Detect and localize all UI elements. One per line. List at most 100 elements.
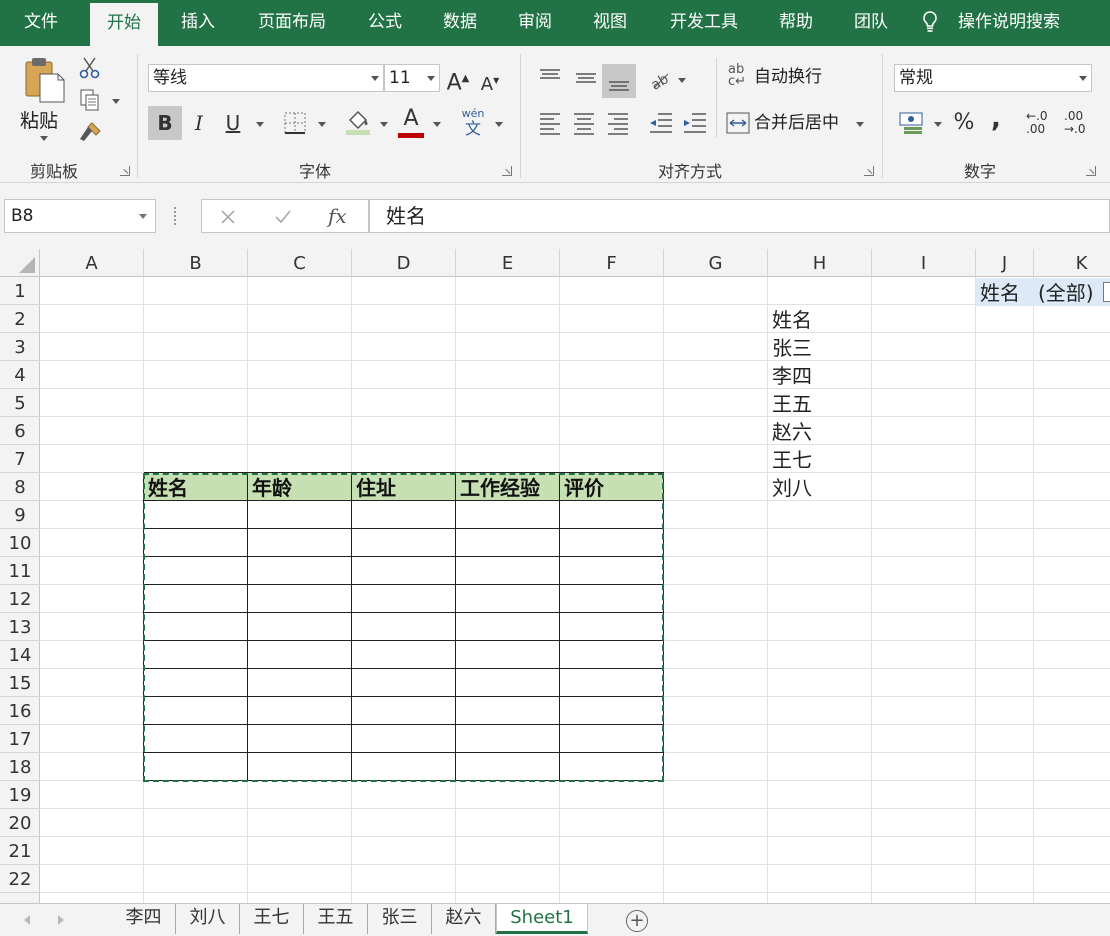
add-sheet-icon[interactable]: + (626, 910, 648, 932)
indent-icons[interactable] (648, 110, 708, 136)
decrease-font-size-icon[interactable]: A▼ (478, 66, 502, 100)
clipboard-dialog-launcher-icon[interactable] (120, 166, 130, 176)
name-box[interactable]: B8 (4, 199, 156, 233)
format-painter-icon[interactable] (78, 120, 104, 144)
list-item[interactable]: 李四 (768, 361, 872, 389)
font-name-value: 等线 (153, 68, 187, 88)
sheet-tab[interactable]: 李四 (112, 904, 176, 934)
chevron-down-icon (1079, 76, 1087, 81)
vertical-align-icons[interactable] (536, 64, 636, 98)
orientation-dropdown-icon[interactable] (678, 78, 686, 83)
merge-center-icon (726, 112, 750, 134)
group-divider (520, 54, 521, 178)
fill-color-icon[interactable] (344, 108, 372, 136)
font-size-value: 11 (389, 68, 411, 88)
cut-icon[interactable] (78, 56, 102, 80)
sheet-tab[interactable]: 张三 (368, 904, 432, 934)
list-item[interactable]: 王七 (768, 445, 872, 473)
tab-formulas[interactable]: 公式 (352, 0, 418, 46)
chevron-down-icon (40, 136, 48, 141)
sheet-tab[interactable]: 刘八 (176, 904, 240, 934)
sheet-tab[interactable]: 王五 (304, 904, 368, 934)
increase-decimal-button[interactable]: ←.0 .00 (1026, 110, 1056, 136)
lightbulb-icon (923, 11, 937, 32)
underline-button[interactable]: U (220, 108, 246, 138)
accounting-dropdown-icon[interactable] (934, 122, 942, 127)
font-name-select[interactable]: 等线 (148, 64, 384, 92)
scroll-tabs-left-icon[interactable] (24, 915, 30, 925)
fill-color-dropdown-icon[interactable] (380, 122, 388, 127)
sheet-tab[interactable]: 赵六 (432, 904, 496, 934)
tab-data[interactable]: 数据 (426, 0, 494, 46)
formula-input[interactable]: 姓名 (369, 199, 1110, 233)
increase-font-size-icon[interactable]: A▲ (446, 64, 470, 98)
list-item[interactable]: 赵六 (768, 417, 872, 445)
ribbon: 粘贴 剪贴板 等线 11 A▲ A▼ B I U A wén 文 字体 ab c… (0, 46, 1110, 183)
tab-developer[interactable]: 开发工具 (652, 0, 756, 46)
copy-dropdown-icon[interactable] (112, 99, 120, 104)
comma-style-button[interactable]: , (986, 104, 1006, 134)
list-item[interactable]: 王五 (768, 389, 872, 417)
tab-home[interactable]: 开始 (90, 0, 158, 46)
increase-decimal-bottom: .00 (1026, 122, 1046, 136)
chevron-down-icon (427, 76, 435, 81)
copy-marquee-selection (143, 473, 664, 782)
tell-me-label: 操作说明搜索 (958, 12, 1060, 32)
tab-view[interactable]: 视图 (576, 0, 644, 46)
name-box-value: B8 (11, 206, 34, 226)
copy-icon[interactable] (78, 88, 102, 112)
font-size-select[interactable]: 11 (384, 64, 440, 92)
tab-team[interactable]: 团队 (838, 0, 904, 46)
font-dialog-launcher-icon[interactable] (502, 166, 512, 176)
tab-review[interactable]: 审阅 (502, 0, 568, 46)
alignment-dialog-launcher-icon[interactable] (864, 166, 874, 176)
worksheet-grid[interactable]: ABCDEFGHIJK 1 2 3 4 5 6 7 8 9 10 11 12 13 14 15 16 17 18 1… (0, 249, 1110, 903)
phonetic-guide-icon[interactable]: wén 文 (460, 108, 486, 138)
font-color-icon[interactable]: A (398, 104, 424, 138)
decrease-decimal-button[interactable]: .00 →.0 (1064, 110, 1094, 136)
sheet-tab[interactable]: Sheet1 (496, 904, 588, 934)
borders-icon[interactable] (284, 112, 306, 134)
tell-me-search[interactable]: 操作说明搜索 (922, 0, 1110, 46)
wrap-text-label: 自动换行 (754, 67, 822, 87)
tab-insert[interactable]: 插入 (166, 0, 230, 46)
underline-dropdown-icon[interactable] (256, 122, 264, 127)
formula-buttons: fx (201, 199, 369, 233)
accounting-format-icon[interactable] (898, 110, 926, 136)
tab-page-layout[interactable]: 页面布局 (240, 0, 344, 46)
cancel-icon[interactable] (220, 209, 236, 225)
list-item[interactable]: 张三 (768, 333, 872, 361)
pivot-filter-cell[interactable]: 姓名 (全部) (976, 278, 1110, 306)
group-divider (137, 54, 138, 178)
tab-help[interactable]: 帮助 (764, 0, 828, 46)
insert-function-icon[interactable]: fx (328, 200, 347, 232)
pivot-filter-label: 姓名 (980, 281, 1020, 305)
italic-button[interactable]: I (186, 108, 212, 138)
paste-button[interactable]: 粘贴 (14, 52, 74, 152)
wrap-text-icon: ab c↵ (728, 62, 747, 89)
number-dialog-launcher-icon[interactable] (1086, 166, 1096, 176)
font-color-dropdown-icon[interactable] (433, 122, 441, 127)
list-item[interactable]: 姓名 (768, 305, 872, 333)
horizontal-align-icons[interactable] (536, 110, 636, 136)
sheet-tab[interactable]: 王七 (240, 904, 304, 934)
filter-dropdown-icon[interactable] (1103, 282, 1110, 302)
borders-dropdown-icon[interactable] (318, 122, 326, 127)
list-item[interactable]: 刘八 (768, 473, 872, 501)
number-format-select[interactable]: 常规 (894, 64, 1092, 92)
clipboard-group-label: 剪贴板 (29, 162, 78, 181)
wrap-text-button[interactable]: ab c↵ 自动换行 (726, 62, 838, 94)
tab-file[interactable]: 文件 (0, 0, 82, 46)
scroll-tabs-right-icon[interactable] (58, 915, 64, 925)
formula-bar-grip[interactable] (174, 207, 178, 225)
orientation-icon[interactable]: ab (648, 68, 674, 92)
chevron-down-icon (371, 76, 379, 81)
phonetic-dropdown-icon[interactable] (495, 122, 503, 127)
sheet-tab-bar: 李四 刘八 王七 王五 张三 赵六 Sheet1 + (0, 903, 1110, 936)
enter-check-icon[interactable] (274, 209, 292, 225)
bold-button[interactable]: B (148, 106, 182, 140)
merge-center-button[interactable]: 合并后居中 (726, 108, 871, 138)
percent-style-button[interactable]: % (950, 108, 978, 138)
chevron-down-icon (139, 214, 147, 219)
pivot-filter-value: (全部) (1038, 281, 1094, 305)
